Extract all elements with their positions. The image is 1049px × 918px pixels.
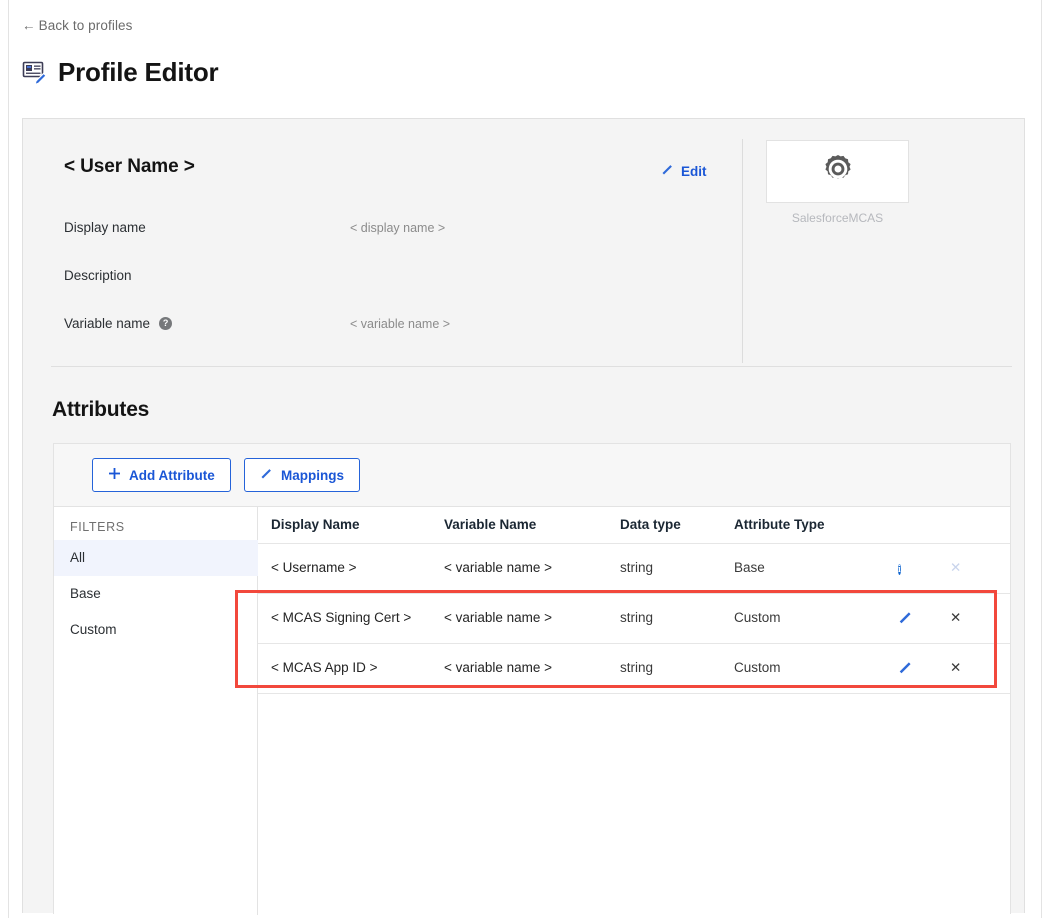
column-header-display-name: Display Name <box>271 517 360 532</box>
attributes-section-title: Attributes <box>52 398 149 422</box>
attributes-toolbar: Add Attribute Mappings <box>54 444 1010 506</box>
close-icon[interactable]: ✕ <box>950 610 961 626</box>
cell-variable-name: < variable name > <box>444 610 552 625</box>
pencil-icon[interactable] <box>898 610 913 628</box>
help-icon[interactable]: ? <box>159 317 172 330</box>
plus-icon <box>108 467 121 483</box>
column-header-variable-name: Variable Name <box>444 517 536 532</box>
profile-user-name: < User Name > <box>64 156 195 178</box>
field-variable-name: Variable name ? <box>64 316 172 331</box>
info-badge: i <box>898 564 901 575</box>
add-attribute-button[interactable]: Add Attribute <box>92 458 231 492</box>
filter-item-custom[interactable]: Custom <box>54 612 258 648</box>
attributes-grid: Display Name Variable Name Data type Att… <box>258 507 1010 915</box>
back-to-profiles-link[interactable]: ←Back to profiles <box>22 18 133 33</box>
edit-profile-label: Edit <box>681 164 707 179</box>
column-header-attribute-type: Attribute Type <box>734 517 825 532</box>
filters-sidebar: FILTERS All Base Custom <box>54 507 258 915</box>
pencil-icon <box>260 467 273 483</box>
attributes-card: Add Attribute Mappings FILTERS All Base <box>53 443 1011 914</box>
field-display-name: Display name <box>64 220 146 235</box>
app-tile[interactable] <box>766 140 909 203</box>
page-title: Profile Editor <box>58 59 218 85</box>
table-row[interactable]: < MCAS App ID > < variable name > string… <box>258 644 1010 694</box>
info-icon[interactable]: i <box>898 560 901 577</box>
pencil-icon[interactable] <box>898 660 913 678</box>
close-icon[interactable]: ✕ <box>950 660 961 676</box>
back-to-profiles-label: Back to profiles <box>39 18 133 33</box>
field-description-label: Description <box>64 268 132 283</box>
field-display-name-value: < display name > <box>350 221 445 235</box>
field-variable-name-label: Variable name <box>64 316 150 331</box>
add-attribute-label: Add Attribute <box>129 468 215 483</box>
filters-title: FILTERS <box>70 520 125 534</box>
mappings-button[interactable]: Mappings <box>244 458 360 492</box>
cell-attribute-type: Custom <box>734 610 781 625</box>
cell-variable-name: < variable name > <box>444 560 552 575</box>
field-display-name-label: Display name <box>64 220 146 235</box>
field-description: Description <box>64 268 132 283</box>
page-title-row: Profile Editor <box>21 58 218 86</box>
attributes-table-area: FILTERS All Base Custom Display Name Var… <box>54 506 1010 915</box>
cell-display-name: < MCAS Signing Cert > <box>271 610 411 625</box>
close-icon[interactable]: ✕ <box>950 560 961 576</box>
section-divider <box>51 366 1012 367</box>
cell-variable-name: < variable name > <box>444 660 552 675</box>
column-header-data-type: Data type <box>620 517 681 532</box>
gear-icon <box>818 149 858 194</box>
profile-panel: < User Name > Edit Display name < displa… <box>22 118 1025 913</box>
mappings-label: Mappings <box>281 468 344 483</box>
page-frame: ←Back to profiles Profile Editor < User … <box>8 0 1042 918</box>
cell-data-type: string <box>620 610 653 625</box>
cell-data-type: string <box>620 560 653 575</box>
profile-card-edit-icon <box>21 58 49 86</box>
cell-attribute-type: Custom <box>734 660 781 675</box>
cell-data-type: string <box>620 660 653 675</box>
grid-header-row: Display Name Variable Name Data type Att… <box>258 507 1010 544</box>
edit-profile-button[interactable]: Edit <box>661 163 707 179</box>
pencil-icon <box>661 163 674 179</box>
filter-item-all[interactable]: All <box>54 540 258 576</box>
cell-attribute-type: Base <box>734 560 765 575</box>
vertical-divider <box>742 139 743 363</box>
table-row[interactable]: < Username > < variable name > string Ba… <box>258 544 1010 594</box>
cell-display-name: < Username > <box>271 560 357 575</box>
field-variable-name-value: < variable name > <box>350 317 450 331</box>
back-arrow-icon: ← <box>22 18 36 33</box>
cell-display-name: < MCAS App ID > <box>271 660 378 675</box>
app-tile-label: SalesforceMCAS <box>766 211 909 225</box>
filter-item-base[interactable]: Base <box>54 576 258 612</box>
table-row[interactable]: < MCAS Signing Cert > < variable name > … <box>258 594 1010 644</box>
